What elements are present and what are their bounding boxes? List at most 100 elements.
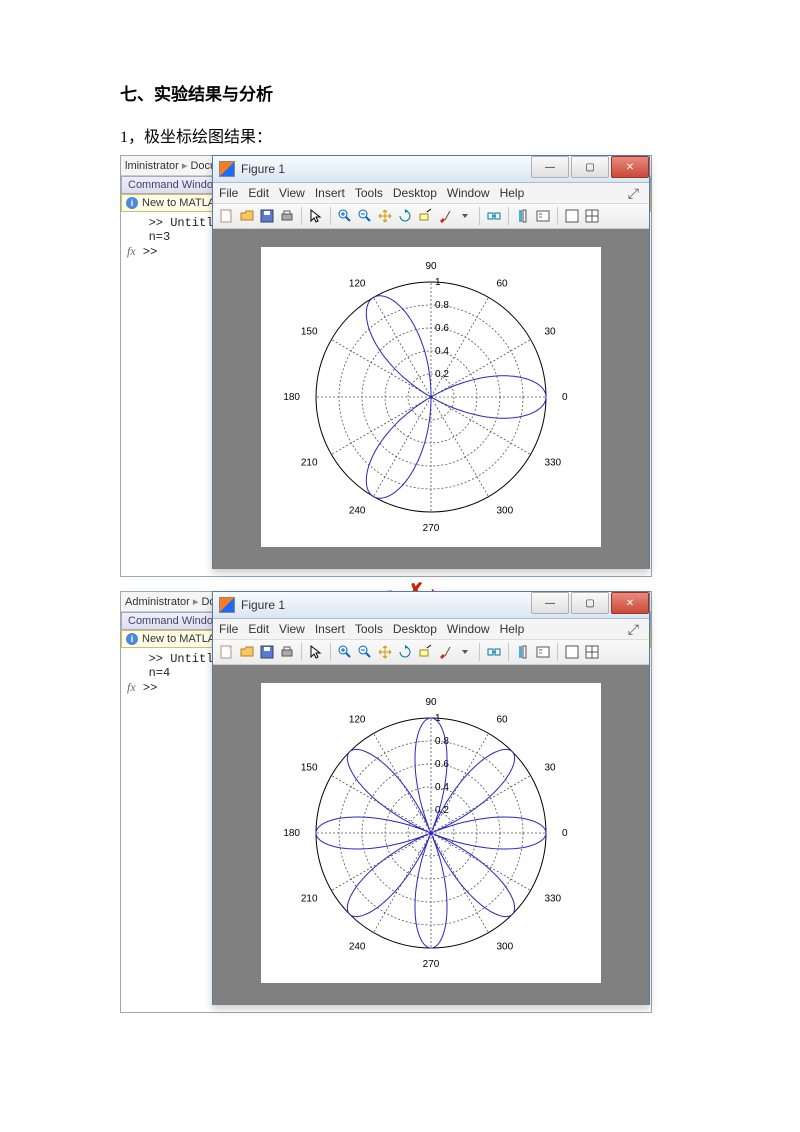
figure-window: Figure 1 — ▢ ✕ File Edit View Insert Tools De… (212, 155, 650, 569)
separator (330, 207, 331, 225)
pointer-icon[interactable] (308, 644, 324, 660)
dropdown-icon[interactable] (457, 208, 473, 224)
maximize-button[interactable]: ▢ (571, 592, 609, 614)
screenshot-1: lministrator ▸ Docu Command Window i New… (120, 155, 650, 575)
breadcrumb-part[interactable]: Administrator (125, 596, 190, 608)
screenshot-2: Administrator ▸ Docu Command Window i Ne… (120, 591, 650, 1011)
separator (301, 643, 302, 661)
separator (330, 643, 331, 661)
svg-text:180: 180 (283, 392, 300, 403)
svg-text:240: 240 (349, 505, 366, 516)
zoom-in-icon[interactable] (337, 208, 353, 224)
insert-legend-icon[interactable] (535, 644, 551, 660)
svg-text:0.6: 0.6 (435, 323, 449, 334)
svg-text:1: 1 (435, 277, 441, 288)
zoom-in-icon[interactable] (337, 644, 353, 660)
menu-help[interactable]: Help (500, 186, 525, 200)
rotate-icon[interactable] (397, 644, 413, 660)
menu-desktop[interactable]: Desktop (393, 186, 437, 200)
menu-insert[interactable]: Insert (315, 186, 345, 200)
axes-box: 03060901201501802102402703003300.20.40.6… (261, 683, 601, 983)
datacursor-icon[interactable] (417, 208, 433, 224)
new-subplot-icon[interactable] (564, 208, 580, 224)
datacursor-icon[interactable] (417, 644, 433, 660)
svg-text:270: 270 (423, 523, 440, 534)
toolbar (213, 640, 649, 665)
new-subplot-icon[interactable] (564, 644, 580, 660)
svg-text:240: 240 (349, 941, 366, 952)
info-icon: i (126, 197, 138, 209)
link-icon[interactable] (486, 208, 502, 224)
minimize-button[interactable]: — (531, 592, 569, 614)
menu-desktop[interactable]: Desktop (393, 622, 437, 636)
menu-tools[interactable]: Tools (355, 186, 383, 200)
menu-tools[interactable]: Tools (355, 622, 383, 636)
menu-help[interactable]: Help (500, 622, 525, 636)
brush-icon[interactable] (437, 208, 453, 224)
menu-view[interactable]: View (279, 186, 305, 200)
print-icon[interactable] (279, 644, 295, 660)
insert-legend-icon[interactable] (535, 208, 551, 224)
menu-file[interactable]: File (219, 186, 238, 200)
toolbar (213, 204, 649, 229)
svg-text:270: 270 (423, 959, 440, 970)
separator (479, 207, 480, 225)
dock-icon[interactable]: ⤢ (628, 185, 643, 202)
menu-file[interactable]: File (219, 622, 238, 636)
plot-area: 03060901201501802102402703003300.20.40.6… (213, 665, 649, 1005)
svg-text:0.8: 0.8 (435, 300, 449, 311)
save-icon[interactable] (259, 208, 275, 224)
dock-icon[interactable]: ⤢ (628, 621, 643, 638)
open-icon[interactable] (239, 208, 255, 224)
svg-text:0.2: 0.2 (435, 369, 449, 380)
insert-colorbar-icon[interactable] (515, 208, 531, 224)
menu-window[interactable]: Window (447, 622, 490, 636)
menu-edit[interactable]: Edit (248, 186, 269, 200)
polar-axes: 03060901201501802102402703003300.20.40.6… (261, 683, 601, 983)
grid-subplot-icon[interactable] (584, 208, 600, 224)
save-icon[interactable] (259, 644, 275, 660)
titlebar[interactable]: Figure 1 — ▢ ✕ (213, 156, 649, 183)
close-button[interactable]: ✕ (611, 592, 649, 614)
svg-text:300: 300 (497, 505, 514, 516)
separator (479, 643, 480, 661)
rotate-icon[interactable] (397, 208, 413, 224)
close-button[interactable]: ✕ (611, 156, 649, 178)
banner-text: New to MATLA (142, 197, 215, 209)
svg-text:300: 300 (497, 941, 514, 952)
menu-insert[interactable]: Insert (315, 622, 345, 636)
zoom-out-icon[interactable] (357, 644, 373, 660)
svg-text:120: 120 (349, 279, 366, 290)
print-icon[interactable] (279, 208, 295, 224)
menu-edit[interactable]: Edit (248, 622, 269, 636)
new-icon[interactable] (219, 208, 235, 224)
svg-text:0: 0 (562, 828, 568, 839)
grid-subplot-icon[interactable] (584, 644, 600, 660)
separator (508, 207, 509, 225)
menu-view[interactable]: View (279, 622, 305, 636)
dropdown-icon[interactable] (457, 644, 473, 660)
svg-text:60: 60 (497, 715, 509, 726)
breadcrumb-part[interactable]: lministrator (125, 160, 179, 172)
menubar: File Edit View Insert Tools Desktop Window Help… (213, 183, 649, 204)
svg-text:150: 150 (301, 763, 318, 774)
zoom-out-icon[interactable] (357, 208, 373, 224)
section-heading: 七、实验结果与分析 (120, 80, 680, 105)
minimize-button[interactable]: — (531, 156, 569, 178)
pan-icon[interactable] (377, 208, 393, 224)
pan-icon[interactable] (377, 644, 393, 660)
figure-window: Figure 1 — ▢ ✕ File Edit View Insert Tools De… (212, 591, 650, 1005)
svg-text:150: 150 (301, 327, 318, 338)
svg-text:210: 210 (301, 894, 318, 905)
section-sub: 1，极坐标绘图结果： (120, 123, 680, 147)
titlebar[interactable]: Figure 1 — ▢ ✕ (213, 592, 649, 619)
menu-window[interactable]: Window (447, 186, 490, 200)
insert-colorbar-icon[interactable] (515, 644, 531, 660)
link-icon[interactable] (486, 644, 502, 660)
pointer-icon[interactable] (308, 208, 324, 224)
brush-icon[interactable] (437, 644, 453, 660)
new-icon[interactable] (219, 644, 235, 660)
open-icon[interactable] (239, 644, 255, 660)
banner-text: New to MATLA (142, 633, 215, 645)
maximize-button[interactable]: ▢ (571, 156, 609, 178)
